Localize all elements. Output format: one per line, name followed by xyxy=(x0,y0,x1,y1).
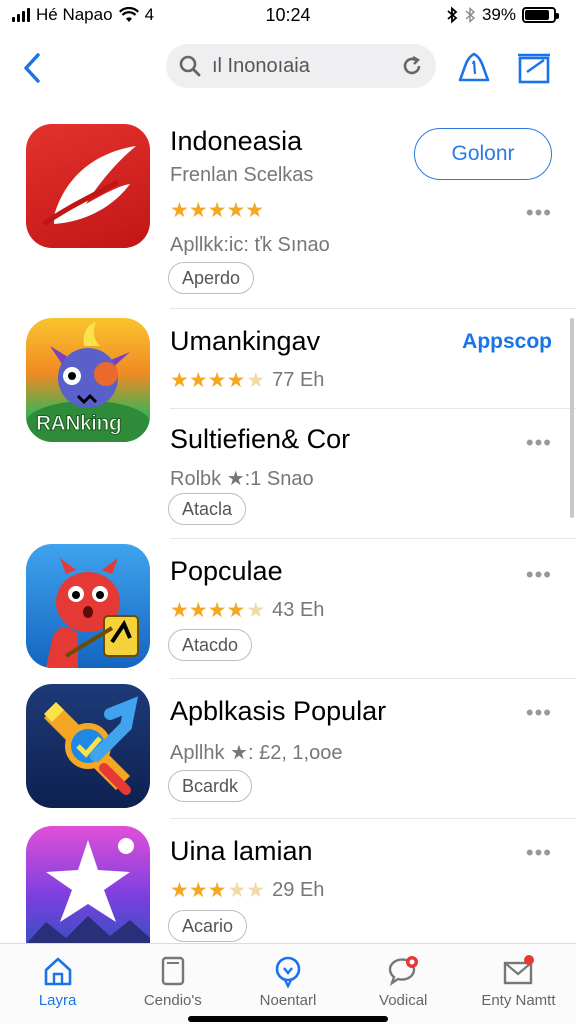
tab-label: Enty Namtt xyxy=(481,992,556,1009)
bluetooth-icon xyxy=(447,6,458,24)
tab-label: Vodical xyxy=(379,992,428,1009)
search-icon xyxy=(179,55,201,77)
search-input[interactable]: ıl Inonoıaia xyxy=(212,55,390,78)
carrier-name: Hé Napao xyxy=(36,5,113,24)
tab-label: Cendio's xyxy=(143,992,202,1009)
more-options-icon[interactable]: ••• xyxy=(526,432,552,454)
tablet-icon xyxy=(161,956,184,986)
status-bar: Hé Napao 4 10:24 39% xyxy=(0,0,576,30)
search-field[interactable]: ıl Inonoıaia xyxy=(166,44,436,88)
feather-logo-icon xyxy=(42,146,136,227)
app-meta: Apllkk:ic: ťk Sınao xyxy=(170,234,330,256)
notification-bell-icon[interactable] xyxy=(454,48,494,88)
bluetooth-outline-icon xyxy=(465,6,476,24)
tab-label: Noentarl xyxy=(259,992,317,1009)
network-type: 4 xyxy=(144,5,155,24)
tab-bar: Layra Cendio's Noentarl Vodical Enty Nam… xyxy=(0,943,576,1024)
app-icon[interactable] xyxy=(26,544,150,668)
tab-categories[interactable]: Cendio's xyxy=(115,944,230,1024)
category-pill[interactable]: Atacdo xyxy=(168,629,253,661)
status-right: 39% xyxy=(446,5,559,25)
tab-mail[interactable]: Enty Namtt xyxy=(461,944,576,1024)
divider xyxy=(170,818,576,819)
search-icon xyxy=(275,956,301,988)
app-icon[interactable] xyxy=(26,684,150,808)
scroll-indicator[interactable] xyxy=(570,318,574,518)
star-rating: ★★★ ★★ 29 Eh xyxy=(170,879,325,902)
refresh-icon[interactable] xyxy=(400,54,424,78)
app-icon[interactable] xyxy=(26,124,150,248)
wifi-icon xyxy=(118,7,139,22)
nav-bar: ıl Inonoıaia xyxy=(0,38,576,98)
divider xyxy=(170,408,576,409)
divider xyxy=(170,678,576,679)
rating-count: 77 Eh xyxy=(272,369,325,391)
app-title[interactable]: Sultiefien& Cor xyxy=(170,424,350,455)
app-title[interactable]: Uina lamian xyxy=(170,836,313,867)
app-title[interactable]: Indoneasia xyxy=(170,126,302,157)
app-icon[interactable]: RANking xyxy=(26,318,150,442)
app-subtitle: Apllhk ★: £2, 1,ooe xyxy=(170,742,343,764)
signal-icon xyxy=(12,8,30,22)
tools-icon xyxy=(44,696,139,795)
status-left: Hé Napao 4 xyxy=(12,5,154,25)
mail-icon xyxy=(504,955,535,985)
tab-home[interactable]: Layra xyxy=(0,944,115,1024)
star-rating: ★★★★ ★ 77 Eh xyxy=(170,369,325,392)
more-options-icon[interactable]: ••• xyxy=(526,202,552,224)
ranking-label: RANking xyxy=(35,412,122,436)
divider xyxy=(170,308,576,309)
star-rating: ★★★★★ xyxy=(170,199,265,222)
more-options-icon[interactable]: ••• xyxy=(526,842,552,864)
star-rating: ★★★★ ★ 43 Eh xyxy=(170,599,325,622)
more-options-icon[interactable]: ••• xyxy=(526,702,552,724)
app-subtitle: Frenlan Scelkas xyxy=(170,164,314,186)
more-options-icon[interactable]: ••• xyxy=(526,564,552,586)
app-title[interactable]: Umankingav xyxy=(170,326,320,357)
app-title[interactable]: Apblkasis Popular xyxy=(170,696,386,727)
app-subtitle: Rolbk ★:1 Snao xyxy=(170,468,314,490)
app-icon[interactable] xyxy=(26,826,150,944)
get-button[interactable]: Golonr xyxy=(414,128,552,180)
tab-chat[interactable]: Vodical xyxy=(346,944,461,1024)
chat-icon xyxy=(389,956,419,986)
battery-percent: 39% xyxy=(481,5,516,24)
back-chevron-icon[interactable] xyxy=(18,50,48,86)
tab-label: Layra xyxy=(38,992,77,1009)
star-character-icon xyxy=(26,838,150,944)
category-pill[interactable]: Aperdo xyxy=(168,262,255,294)
rating-count: 43 Eh xyxy=(272,599,325,621)
app-store-link[interactable]: Appscop xyxy=(462,330,552,354)
home-icon xyxy=(44,957,71,986)
category-pill[interactable]: Acario xyxy=(168,910,248,942)
rating-count: 29 Eh xyxy=(272,879,325,901)
divider xyxy=(170,538,576,539)
app-title[interactable]: Popculae xyxy=(170,556,283,587)
home-indicator xyxy=(188,1016,388,1022)
battery-icon xyxy=(522,7,559,23)
category-pill[interactable]: Bcardk xyxy=(168,770,253,802)
tab-search[interactable]: Noentarl xyxy=(230,944,345,1024)
category-pill[interactable]: Atacla xyxy=(168,493,247,525)
inbox-icon[interactable] xyxy=(514,48,554,88)
red-monster-icon xyxy=(46,558,139,668)
